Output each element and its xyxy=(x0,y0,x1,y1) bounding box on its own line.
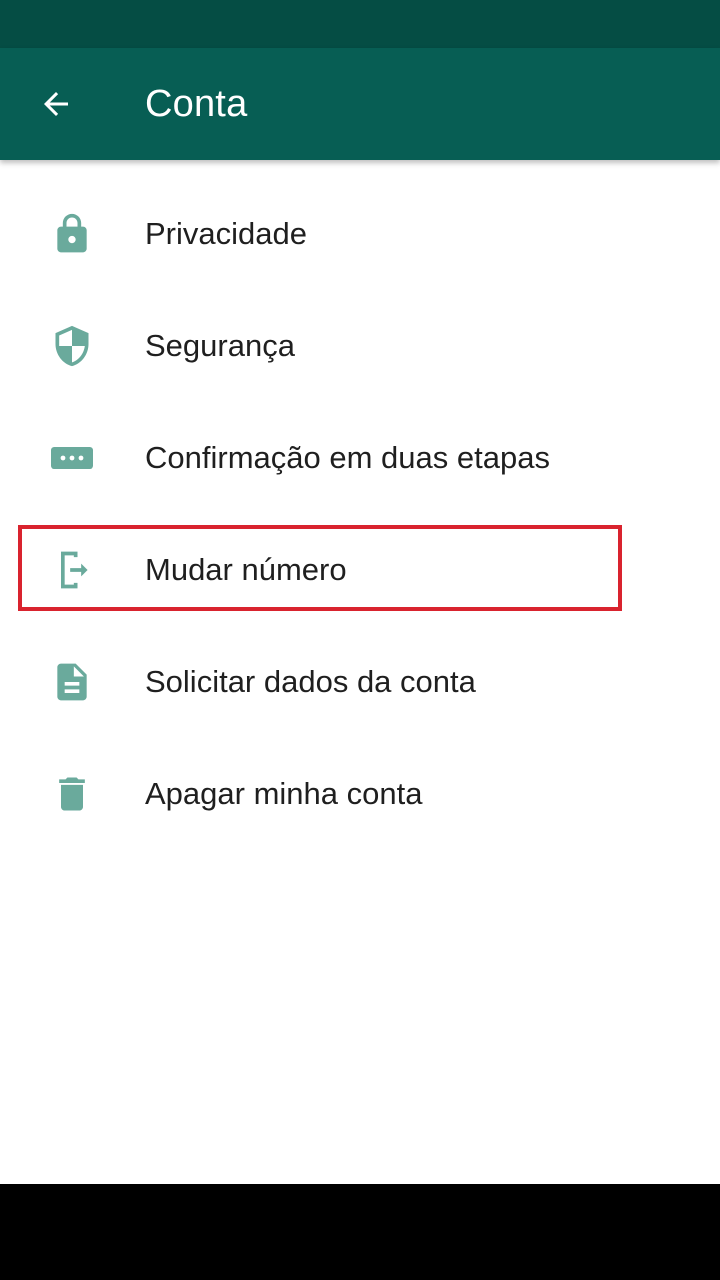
menu-item-label: Privacidade xyxy=(145,216,307,251)
menu-item-label: Segurança xyxy=(145,328,295,363)
status-bar xyxy=(0,0,720,48)
document-icon xyxy=(44,654,100,710)
dots-password-icon xyxy=(44,430,100,486)
account-menu: Privacidade Segurança Confirmação em dua… xyxy=(0,178,720,850)
app-bar: Conta xyxy=(0,48,720,160)
menu-item-label: Mudar número xyxy=(145,552,347,587)
menu-item-two-step[interactable]: Confirmação em duas etapas xyxy=(0,402,720,514)
menu-item-label: Confirmação em duas etapas xyxy=(145,440,550,475)
trash-icon xyxy=(44,766,100,822)
menu-item-security[interactable]: Segurança xyxy=(0,290,720,402)
lock-icon xyxy=(44,206,100,262)
arrow-left-icon xyxy=(44,92,68,116)
page-title: Conta xyxy=(145,83,248,125)
back-button[interactable] xyxy=(28,76,84,132)
menu-item-delete-account[interactable]: Apagar minha conta xyxy=(0,738,720,850)
shield-icon xyxy=(44,318,100,374)
menu-item-privacy[interactable]: Privacidade xyxy=(0,178,720,290)
menu-item-change-number[interactable]: Mudar número xyxy=(0,514,720,626)
navigation-bar xyxy=(0,1184,720,1280)
menu-item-label: Apagar minha conta xyxy=(145,776,423,811)
menu-item-label: Solicitar dados da conta xyxy=(145,664,476,699)
menu-item-request-info[interactable]: Solicitar dados da conta xyxy=(0,626,720,738)
change-number-icon xyxy=(44,542,100,598)
